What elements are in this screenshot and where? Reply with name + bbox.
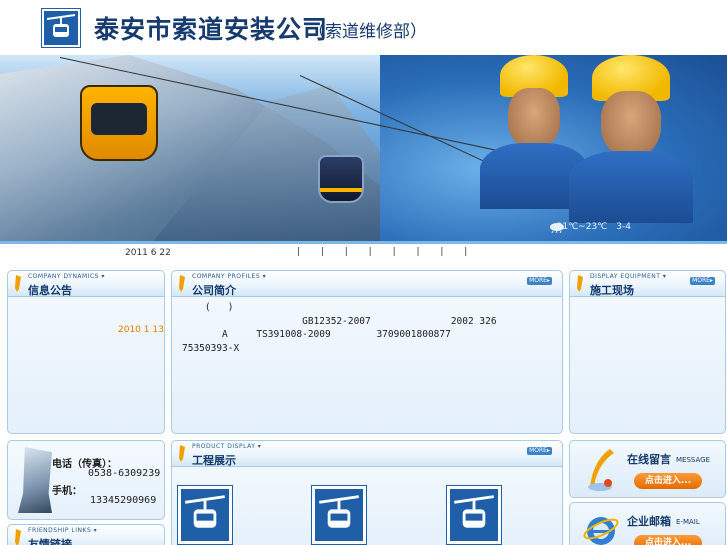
email-enter-button[interactable]: 点击进入...: [634, 535, 702, 545]
intro-panel: COMPANY PROFILES ▾ 公司简介 MORE ( ) GB12352…: [171, 270, 563, 434]
pencil-icon: [577, 275, 583, 292]
gondola-yellow: [80, 85, 158, 161]
phone-value: 0538-6309239: [88, 468, 161, 479]
quill-icon: [588, 449, 614, 491]
gondola-blue: [318, 155, 364, 203]
date-bar: 2011 6 22 | | | | | | | |: [0, 246, 727, 264]
panel-title-en: COMPANY DYNAMICS ▾: [28, 273, 105, 280]
pencil-icon: [179, 275, 185, 292]
email-title: 企业邮箱: [627, 515, 671, 528]
more-button[interactable]: MORE: [527, 277, 552, 285]
panel-header: DISPLAY EQUIPMENT ▾ 施工现场 MORE: [570, 271, 725, 297]
panel-header: FRIENDSHIP LINKS ▾ 友情链接: [8, 525, 164, 545]
panel-header: COMPANY DYNAMICS ▾ 信息公告: [8, 271, 164, 297]
panel-title: 信息公告: [28, 284, 72, 297]
email-title-en: E-MAIL: [676, 518, 700, 526]
cable-car-logo-icon: [46, 14, 76, 37]
hero-banner: 31℃~23℃ 3-4: [0, 55, 727, 244]
more-button[interactable]: MORE: [690, 277, 715, 285]
site-subtitle: （索道维修部）: [308, 22, 427, 42]
company-logo[interactable]: [41, 8, 81, 48]
current-date: 2011 6 22: [125, 248, 171, 258]
worker-photo-left: [479, 55, 589, 209]
links-panel: FRIENDSHIP LINKS ▾ 友情链接: [7, 524, 165, 545]
message-title-en: MESSAGE: [676, 456, 710, 464]
product-thumbnail[interactable]: [177, 485, 233, 545]
pencil-icon: [15, 529, 21, 545]
message-enter-button[interactable]: 点击进入...: [634, 473, 702, 489]
mobile-label: 手机：: [52, 486, 82, 497]
site-title: 泰安市索道安装公司: [94, 15, 329, 44]
more-button[interactable]: MORE: [527, 447, 552, 455]
notice-date[interactable]: 2010 1 13: [118, 325, 164, 335]
products-panel: PRODUCT DISPLAY ▾ 工程展示 MORE: [171, 440, 563, 545]
contact-panel: 电话（传真）： 0538-6309239 手机： 13345290969: [7, 440, 165, 520]
message-title: 在线留言: [627, 453, 671, 466]
panel-title: 施工现场: [590, 284, 634, 297]
weather-text: 31℃~23℃ 3-4: [556, 222, 631, 232]
panel-title-en: DISPLAY EQUIPMENT ▾: [590, 273, 667, 280]
pencil-icon: [179, 445, 185, 462]
worker-photo-right: [568, 55, 694, 223]
browser-e-icon: [583, 517, 619, 545]
cable-car-icon: [185, 495, 225, 528]
message-card[interactable]: 在线留言 MESSAGE 点击进入...: [569, 440, 726, 498]
cable-car-icon: [319, 495, 359, 528]
email-card[interactable]: 企业邮箱 E-MAIL 点击进入...: [569, 502, 726, 545]
nav-separators: | | | | | | | |: [297, 247, 477, 257]
intro-text: ( ) GB12352-2007 2002 326 A TS391008-200…: [182, 302, 497, 354]
panel-title-en: FRIENDSHIP LINKS ▾: [28, 527, 98, 534]
pencil-icon: [15, 275, 21, 292]
computer-icon: [18, 447, 52, 513]
notice-panel: COMPANY DYNAMICS ▾ 信息公告 2010 1 13: [7, 270, 165, 434]
product-thumbnail[interactable]: [311, 485, 367, 545]
cable-car-icon: [454, 495, 494, 528]
panel-title: 友情链接: [28, 538, 72, 545]
panel-header: PRODUCT DISPLAY ▾ 工程展示 MORE: [172, 441, 562, 467]
panel-title: 工程展示: [192, 454, 236, 467]
panel-header: COMPANY PROFILES ▾ 公司简介 MORE: [172, 271, 562, 297]
panel-title: 公司简介: [192, 284, 236, 297]
panel-title-en: COMPANY PROFILES ▾: [192, 273, 267, 280]
product-thumbnail[interactable]: [446, 485, 502, 545]
site-panel: DISPLAY EQUIPMENT ▾ 施工现场 MORE: [569, 270, 726, 434]
mobile-value: 13345290969: [90, 495, 157, 506]
panel-title-en: PRODUCT DISPLAY ▾: [192, 443, 262, 450]
